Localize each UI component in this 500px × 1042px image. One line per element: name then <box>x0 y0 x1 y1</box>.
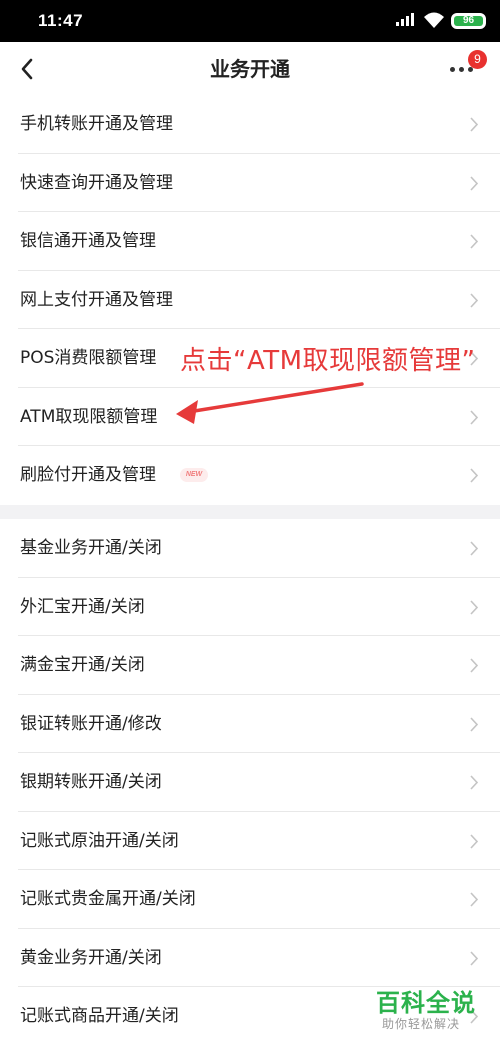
service-list-1: 手机转账开通及管理 快速查询开通及管理 银信通开通及管理 网上支付开通及管理 P… <box>0 95 500 505</box>
annotation-text: 点击“ATM取现限额管理” <box>180 346 476 376</box>
list-item-label: 银期转账开通/关闭 <box>20 772 162 792</box>
list-item-quick-query[interactable]: 快速查询开通及管理 <box>0 154 500 213</box>
chevron-left-icon[interactable] <box>14 54 44 84</box>
annotation-arrow-icon <box>176 382 364 424</box>
chevron-right-icon <box>470 833 479 849</box>
list-item-label: 记账式原油开通/关闭 <box>20 830 179 851</box>
list-item-label: 满金宝开通/关闭 <box>20 655 145 675</box>
status-time: 11:47 <box>38 11 84 30</box>
list-item-label: 刷脸付开通及管理 <box>20 465 156 485</box>
chevron-right-icon <box>470 409 479 425</box>
list-item-label: ATM取现限额管理 <box>20 406 158 427</box>
chevron-right-icon <box>470 541 479 556</box>
list-item-label: 银信通开通及管理 <box>20 231 156 251</box>
chevron-right-icon <box>470 292 479 308</box>
list-item-sms-notify[interactable]: 银信通开通及管理 <box>0 212 500 271</box>
list-item-mobile-transfer[interactable]: 手机转账开通及管理 <box>0 95 500 154</box>
chevron-right-icon <box>470 716 479 732</box>
list-item-precious-metals[interactable]: 记账式贵金属开通/关闭 <box>0 870 500 929</box>
list-item-face-pay[interactable]: 刷脸付开通及管理 NEW <box>0 446 500 505</box>
chevron-right-icon <box>470 892 479 907</box>
list-item-manjinbao[interactable]: 满金宝开通/关闭 <box>0 636 500 695</box>
list-item-label: POS消费限额管理 <box>20 348 157 368</box>
chevron-right-icon <box>470 175 479 191</box>
status-bar: 11:47 96 <box>0 0 500 42</box>
list-item-gold[interactable]: 黄金业务开通/关闭 <box>0 929 500 988</box>
list-item-label: 外汇宝开通/关闭 <box>20 596 145 617</box>
watermark-logo: 百科全说 <box>376 989 476 1017</box>
list-item-label: 银证转账开通/修改 <box>20 713 162 734</box>
chevron-right-icon <box>470 234 479 249</box>
list-item-bank-securities[interactable]: 银证转账开通/修改 <box>0 695 500 754</box>
list-item-label: 记账式商品开通/关闭 <box>20 1006 179 1026</box>
battery-icon: 96 <box>451 13 486 29</box>
page-title: 业务开通 <box>210 57 290 81</box>
battery-level: 96 <box>462 15 475 26</box>
list-item-label: 手机转账开通及管理 <box>20 114 173 134</box>
list-item-fund[interactable]: 基金业务开通/关闭 <box>0 519 500 578</box>
list-item-label: 记账式贵金属开通/关闭 <box>20 889 196 909</box>
list-item-bank-futures[interactable]: 银期转账开通/关闭 <box>0 753 500 812</box>
list-item-label: 基金业务开通/关闭 <box>20 538 162 558</box>
list-item-forex[interactable]: 外汇宝开通/关闭 <box>0 578 500 637</box>
list-item-label: 快速查询开通及管理 <box>20 172 173 193</box>
notification-badge: 9 <box>468 50 487 69</box>
wifi-icon <box>424 12 444 28</box>
list-item-crude-oil[interactable]: 记账式原油开通/关闭 <box>0 812 500 871</box>
chevron-right-icon <box>470 775 479 790</box>
service-list-2: 基金业务开通/关闭 外汇宝开通/关闭 满金宝开通/关闭 银证转账开通/修改 银期… <box>0 519 500 1042</box>
chevron-right-icon <box>470 599 479 615</box>
section-divider <box>0 505 500 519</box>
chevron-right-icon <box>470 117 479 132</box>
chevron-right-icon <box>470 950 479 966</box>
signal-icon <box>396 12 418 28</box>
list-item-online-payment[interactable]: 网上支付开通及管理 <box>0 271 500 330</box>
nav-bar: 业务开通 <box>0 42 500 96</box>
new-badge: NEW <box>180 468 208 482</box>
chevron-right-icon <box>470 658 479 673</box>
list-item-label: 黄金业务开通/关闭 <box>20 947 162 968</box>
chevron-right-icon <box>470 468 479 483</box>
watermark-tagline: 助你轻松解决 <box>382 1017 461 1031</box>
list-item-label: 网上支付开通及管理 <box>20 289 173 310</box>
